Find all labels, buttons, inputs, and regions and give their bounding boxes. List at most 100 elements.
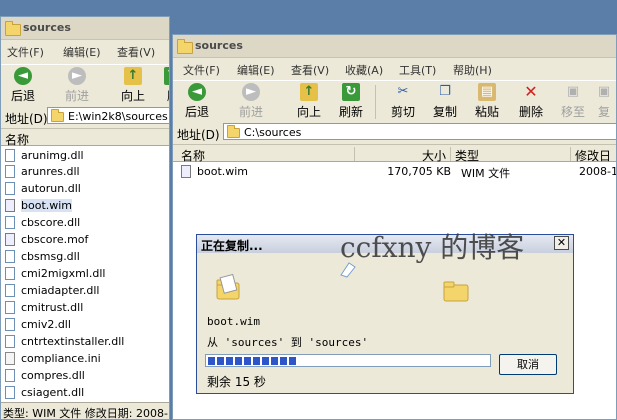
ini-file-icon xyxy=(5,352,15,365)
address-input[interactable]: E:\win2k8\sources xyxy=(47,107,169,124)
column-name[interactable]: 名称 xyxy=(1,131,169,147)
progress-segment xyxy=(235,357,242,365)
close-icon[interactable]: ✕ xyxy=(554,236,569,250)
fg-title-bar[interactable]: sources xyxy=(173,35,616,58)
forward-label: 前进 xyxy=(64,89,89,103)
bg-title-bar[interactable]: sources xyxy=(1,17,169,40)
delete-button[interactable]: ✕ 删除 xyxy=(511,83,551,120)
file-name: cbsmsg.dll xyxy=(21,250,80,263)
up-folder-icon: ↑ xyxy=(124,67,142,85)
menu-favorites[interactable]: 收藏(A) xyxy=(345,62,383,78)
fg-toolbar: ◄ 后退 ► 前进 ↑ 向上 ↻ 刷新 ✂ 剪切 ❐ 复制 ▤ 粘贴 ✕ 删除 … xyxy=(173,80,616,122)
file-name: boot.wim xyxy=(21,199,73,212)
menu-edit[interactable]: 编辑(E) xyxy=(63,44,101,60)
column-size[interactable]: 大小 xyxy=(355,147,451,163)
scissors-icon: ✂ xyxy=(397,84,409,99)
forward-arrow-icon: ► xyxy=(68,67,86,85)
folder-icon xyxy=(177,39,193,54)
cut-button[interactable]: ✂ 剪切 xyxy=(383,83,423,120)
bg-file-list: 名称 arunimg.dll arunres.dll autorun.dll b… xyxy=(1,129,169,402)
progress-segment xyxy=(262,357,269,365)
folder-icon xyxy=(227,125,240,138)
file-name: arunres.dll xyxy=(21,165,80,178)
progress-segment xyxy=(289,357,296,365)
table-row[interactable]: boot.wim 170,705 KB WIM 文件 2008-1 xyxy=(181,164,616,180)
dll-file-icon xyxy=(5,267,15,280)
bg-menu-bar: 文件(F) 编辑(E) 查看(V) xyxy=(1,41,169,61)
mof-file-icon xyxy=(5,233,15,246)
file-name: cbscore.dll xyxy=(21,216,81,229)
address-value: E:\win2k8\sources xyxy=(68,110,168,123)
refresh-label: 刷新 xyxy=(338,105,363,119)
menu-view[interactable]: 查看(V) xyxy=(117,44,155,60)
forward-label: 前进 xyxy=(238,105,263,119)
column-type[interactable]: 类型 xyxy=(451,147,571,163)
back-button[interactable]: ◄ 后退 xyxy=(3,67,43,104)
dll-file-icon xyxy=(5,284,15,297)
address-label: 地址(D) xyxy=(177,128,220,142)
back-button[interactable]: ◄ 后退 xyxy=(177,83,217,120)
forward-button[interactable]: ► 前进 xyxy=(231,83,271,120)
move-to-button[interactable]: ▣ 移至 xyxy=(553,83,593,120)
file-name: cntrtextinstaller.dll xyxy=(21,335,125,348)
column-header: 名称 xyxy=(1,129,169,147)
column-modified[interactable]: 修改日 xyxy=(571,147,616,163)
address-input[interactable]: C:\sources xyxy=(223,123,616,140)
copy-to-icon: ▣ xyxy=(597,84,611,99)
paste-label: 粘贴 xyxy=(474,105,499,119)
back-label: 后退 xyxy=(10,89,35,103)
move-to-label: 移至 xyxy=(560,105,585,119)
forward-button[interactable]: ► 前进 xyxy=(57,67,97,104)
column-name[interactable]: 名称 xyxy=(177,147,355,163)
cancel-button[interactable]: 取消 xyxy=(499,354,557,375)
delete-x-icon: ✕ xyxy=(524,82,538,101)
menu-help[interactable]: 帮助(H) xyxy=(453,62,492,78)
copy-to-button[interactable]: ▣ 复 xyxy=(591,83,616,120)
file-name: boot.wim xyxy=(197,165,249,178)
column-header: 名称 大小 类型 修改日 xyxy=(173,145,616,163)
fg-menu-bar: 文件(F) 编辑(E) 查看(V) 收藏(A) 工具(T) 帮助(H) xyxy=(173,59,616,79)
menu-edit[interactable]: 编辑(E) xyxy=(237,62,275,78)
copy-label: 复制 xyxy=(432,105,457,119)
menu-tools[interactable]: 工具(T) xyxy=(399,62,436,78)
file-name: cmiadapter.dll xyxy=(21,284,100,297)
back-arrow-icon: ◄ xyxy=(188,83,206,101)
file-name: compliance.ini xyxy=(21,352,101,365)
menu-view[interactable]: 查看(V) xyxy=(291,62,329,78)
progress-segment xyxy=(217,357,224,365)
watermark: ccfxny 的博客 xyxy=(340,231,525,264)
refresh-button[interactable]: ↻ 刷 xyxy=(153,67,169,104)
file-name: arunimg.dll xyxy=(21,149,84,162)
menu-file[interactable]: 文件(F) xyxy=(7,44,44,60)
up-label: 向上 xyxy=(120,89,145,103)
up-button[interactable]: ↑ 向上 xyxy=(289,83,329,120)
file-name: cmitrust.dll xyxy=(21,301,84,314)
bg-window-title: sources xyxy=(23,21,71,34)
up-button[interactable]: ↑ 向上 xyxy=(113,67,153,104)
wim-file-icon xyxy=(181,165,191,178)
refresh-icon: ↻ xyxy=(164,67,169,85)
fg-window-title: sources xyxy=(195,39,243,52)
time-remaining: 剩余 15 秒 xyxy=(207,375,266,389)
paste-button[interactable]: ▤ 粘贴 xyxy=(467,83,507,120)
dll-file-icon xyxy=(5,386,15,399)
up-folder-icon: ↑ xyxy=(300,83,318,101)
cut-label: 剪切 xyxy=(390,105,415,119)
progress-segment xyxy=(226,357,233,365)
dll-file-icon xyxy=(5,182,15,195)
bg-address-bar: 地址(D) E:\win2k8\sources xyxy=(1,105,169,129)
address-value: C:\sources xyxy=(244,126,302,139)
bg-explorer-window: sources 文件(F) 编辑(E) 查看(V) ◄ 后退 ► 前进 ↑ 向上… xyxy=(0,16,170,420)
copy-button[interactable]: ❐ 复制 xyxy=(425,83,465,120)
folder-icon xyxy=(51,109,64,122)
dll-file-icon xyxy=(5,250,15,263)
wim-file-icon xyxy=(5,199,15,212)
dll-file-icon xyxy=(5,335,15,348)
destination-folder-icon xyxy=(443,281,469,302)
menu-file[interactable]: 文件(F) xyxy=(183,62,220,78)
copy-to-label: 复 xyxy=(597,105,610,119)
refresh-button[interactable]: ↻ 刷新 xyxy=(331,83,371,120)
back-arrow-icon: ◄ xyxy=(14,67,32,85)
dialog-title: 正在复制... xyxy=(201,239,263,253)
progress-segment xyxy=(208,357,215,365)
